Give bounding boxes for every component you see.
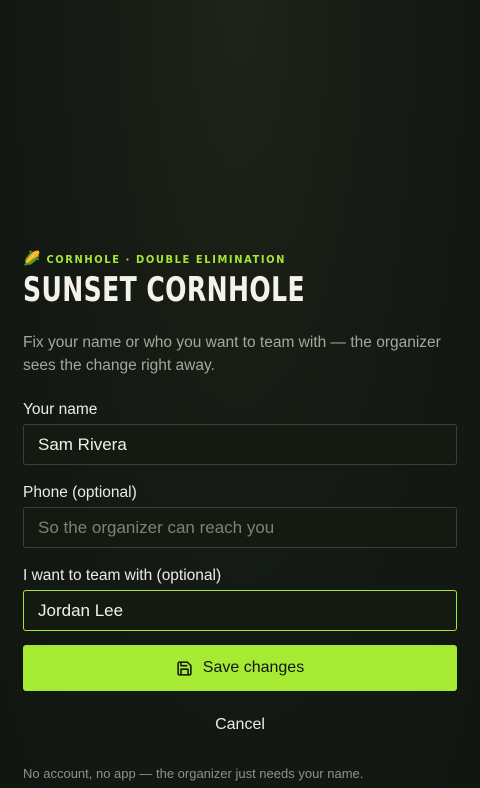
save-changes-label: Save changes <box>202 659 305 676</box>
teammate-label: I want to team with (optional) <box>23 567 222 584</box>
name-input[interactable] <box>23 424 457 465</box>
page-title: SUNSET CORNHOLE <box>23 270 306 310</box>
teammate-field-group: I want to team with (optional) <box>23 566 457 631</box>
corn-icon: 🌽 <box>23 251 41 267</box>
cancel-button[interactable]: Cancel <box>23 713 457 737</box>
phone-input[interactable] <box>23 507 457 548</box>
save-icon <box>176 660 193 677</box>
event-eyebrow: 🌽 CORNHOLE · DOUBLE ELIMINATION <box>23 250 457 268</box>
page-subtitle: Fix your name or who you want to team wi… <box>23 334 441 374</box>
event-format-label: CORNHOLE · DOUBLE ELIMINATION <box>46 252 287 266</box>
phone-field-group: Phone (optional) <box>23 483 457 548</box>
name-label: Your name <box>23 401 98 418</box>
teammate-input[interactable] <box>23 590 457 631</box>
phone-label: Phone (optional) <box>23 484 137 501</box>
footer-note: No account, no app — the organizer just … <box>23 766 364 781</box>
edit-registration-panel: 🌽 CORNHOLE · DOUBLE ELIMINATION SUNSET C… <box>23 250 457 783</box>
name-field-group: Your name <box>23 400 457 465</box>
save-changes-button[interactable]: Save changes <box>23 645 457 691</box>
